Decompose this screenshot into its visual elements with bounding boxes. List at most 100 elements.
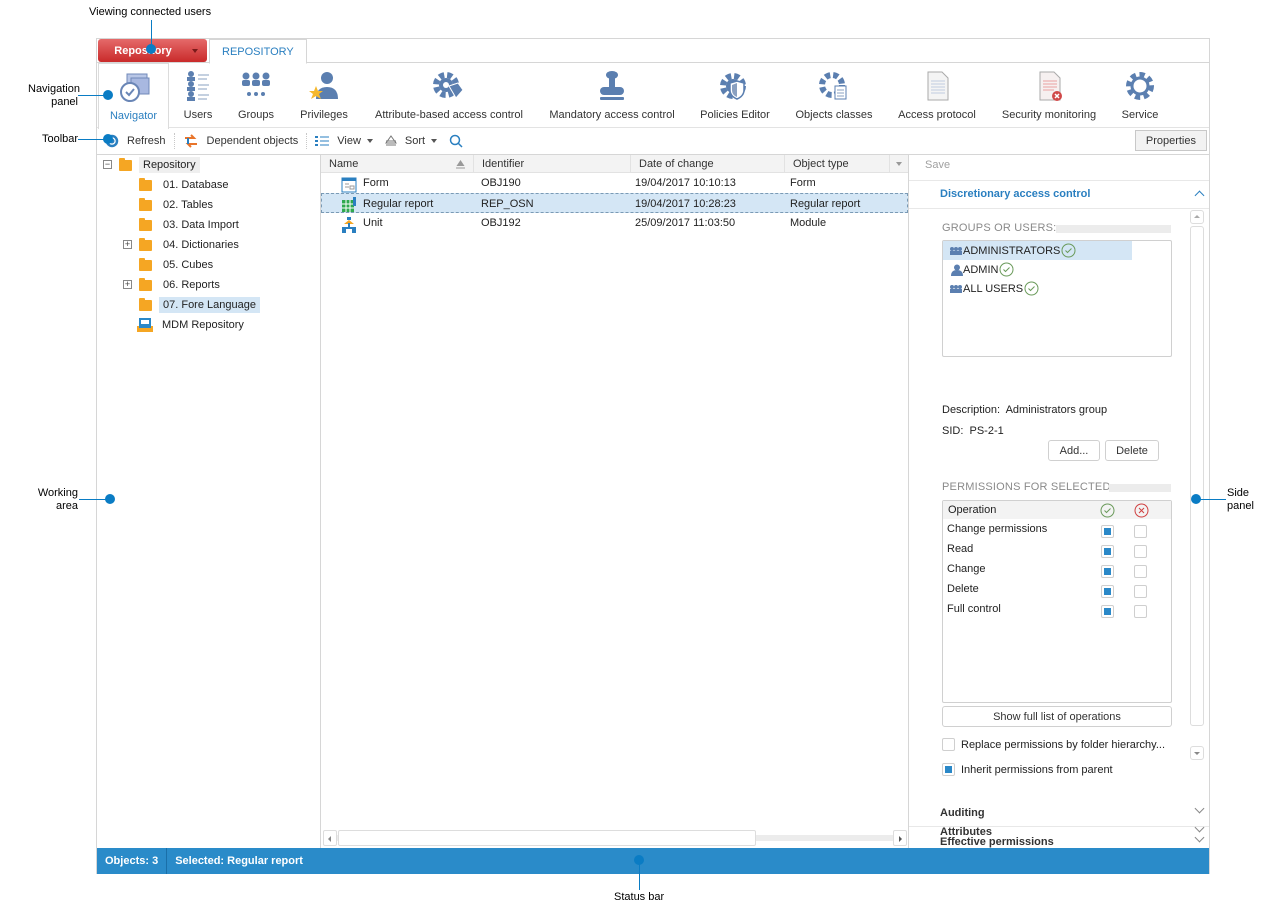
callout-working-area: Working area xyxy=(37,487,78,512)
collapse-toggle[interactable]: − xyxy=(103,160,112,169)
principal-item[interactable]: ALL USERS xyxy=(943,279,1039,298)
chevron-up-icon[interactable] xyxy=(1194,190,1205,201)
principals-list[interactable]: ADMINISTRATORS ADMIN ALL USERS xyxy=(942,240,1172,357)
tab-repository[interactable]: REPOSITORY xyxy=(209,39,307,64)
repository-menu-label: Repository xyxy=(114,44,172,57)
form-icon xyxy=(341,177,357,193)
deny-checkbox[interactable] xyxy=(1134,525,1147,538)
tree-item[interactable]: 01. Database xyxy=(139,176,232,194)
deny-checkbox[interactable] xyxy=(1134,565,1147,578)
column-header-type[interactable]: Object type xyxy=(785,155,890,173)
expand-toggle[interactable]: + xyxy=(123,240,132,249)
tree-item[interactable]: 05. Cubes xyxy=(139,256,217,274)
scroll-down-button[interactable] xyxy=(1190,746,1204,760)
save-button[interactable]: Save xyxy=(925,159,950,171)
delete-principal-button[interactable]: Delete xyxy=(1105,440,1159,461)
ribbon-item-privileges[interactable]: Privileges xyxy=(295,63,353,128)
scroll-left-button[interactable] xyxy=(323,830,337,846)
tree-item-selected[interactable]: 07. Fore Language xyxy=(139,296,260,314)
tree-item[interactable]: MDM Repository xyxy=(137,316,248,334)
callout-status-bar: Status bar xyxy=(614,891,665,903)
allow-checkbox[interactable] xyxy=(1101,545,1114,558)
sort-dropdown[interactable]: Sort xyxy=(379,131,443,151)
scroll-up-button[interactable] xyxy=(1190,210,1204,224)
callout-dot xyxy=(1191,494,1201,504)
sort-asc-icon xyxy=(456,160,465,169)
chevron-left-icon xyxy=(328,836,331,842)
ribbon-item-policies-editor[interactable]: Policies Editor xyxy=(697,63,773,128)
permission-row: Change permissions xyxy=(943,521,1171,541)
vertical-scrollbar[interactable] xyxy=(1190,210,1204,760)
column-header-name[interactable]: Name xyxy=(321,155,474,173)
permission-row: Full control xyxy=(943,601,1171,621)
section-header-dac[interactable]: Discretionary access control xyxy=(940,188,1090,200)
status-bar: Objects: 3 Selected: Regular report xyxy=(97,848,1209,874)
column-header-date[interactable]: Date of change xyxy=(631,155,785,173)
app-window: Repository REPOSITORY Navigator Users Gr… xyxy=(96,38,1210,874)
view-dropdown[interactable]: View xyxy=(309,131,379,151)
table-row[interactable]: Form OBJ190 19/04/2017 10:10:13 Form xyxy=(321,173,908,193)
ribbon-item-mandatory-access-control[interactable]: Mandatory access control xyxy=(545,63,679,128)
scroll-thumb[interactable] xyxy=(1190,226,1204,726)
properties-button[interactable]: Properties xyxy=(1134,130,1207,151)
column-header-identifier[interactable]: Identifier xyxy=(474,155,631,173)
callout-toolbar: Toolbar xyxy=(42,133,79,145)
callout-dot xyxy=(103,134,113,144)
refresh-label: Refresh xyxy=(127,135,166,147)
deny-checkbox[interactable] xyxy=(1134,605,1147,618)
principal-name: ADMIN xyxy=(963,263,999,276)
objects-classes-icon xyxy=(817,69,851,103)
toolbar: Refresh Dependent objects View Sort Prop… xyxy=(97,128,1209,155)
users-icon xyxy=(181,69,215,103)
ribbon-item-service[interactable]: Service xyxy=(1119,63,1161,128)
ribbon-label: Access protocol xyxy=(898,109,976,121)
allow-checkbox[interactable] xyxy=(1101,605,1114,618)
replace-permissions-checkbox[interactable] xyxy=(942,738,955,751)
column-chooser[interactable] xyxy=(890,155,909,173)
view-label: View xyxy=(337,135,361,147)
folder-icon xyxy=(139,177,152,191)
horizontal-scrollbar[interactable] xyxy=(323,830,907,846)
tree-item[interactable]: 06. Reports xyxy=(139,276,224,294)
expand-toggle[interactable]: + xyxy=(123,280,132,289)
tree-item[interactable]: 04. Dictionaries xyxy=(139,236,243,254)
deny-checkbox[interactable] xyxy=(1134,545,1147,558)
allow-checkbox[interactable] xyxy=(1101,525,1114,538)
principal-item-selected[interactable]: ADMINISTRATORS xyxy=(943,241,1132,260)
tree-label: 04. Dictionaries xyxy=(163,239,239,251)
dependent-objects-button[interactable]: Dependent objects xyxy=(177,131,305,151)
tree-item[interactable]: 02. Tables xyxy=(139,196,217,214)
user-icon xyxy=(951,264,963,276)
operation-header: Operation xyxy=(948,504,997,516)
ribbon-label: Security monitoring xyxy=(1001,109,1097,121)
ribbon-item-attribute-based-access-control[interactable]: Attribute-based access control xyxy=(371,63,527,128)
tree-item[interactable]: 03. Data Import xyxy=(139,216,243,234)
section-header-auditing[interactable]: Auditing xyxy=(940,807,985,819)
mdm-repository-icon xyxy=(137,318,153,332)
section-header-attributes[interactable]: Attributes xyxy=(940,826,992,838)
table-row-selected[interactable]: Regular report REP_OSN 19/04/2017 10:28:… xyxy=(321,193,908,213)
chevron-down-icon[interactable] xyxy=(1194,803,1205,814)
inherit-permissions-checkbox[interactable] xyxy=(942,763,955,776)
scroll-right-button[interactable] xyxy=(893,830,907,846)
search-button[interactable] xyxy=(443,131,477,151)
cell-date: 19/04/2017 10:28:23 xyxy=(635,198,736,210)
ribbon-item-security-monitoring[interactable]: Security monitoring xyxy=(1001,63,1097,128)
ribbon-item-groups[interactable]: Groups xyxy=(231,63,281,128)
scroll-thumb[interactable] xyxy=(338,830,756,846)
allow-checkbox[interactable] xyxy=(1101,585,1114,598)
show-full-list-button[interactable]: Show full list of operations xyxy=(942,706,1172,727)
table-row[interactable]: Unit OBJ192 25/09/2017 11:03:50 Module xyxy=(321,213,908,233)
allow-checkbox[interactable] xyxy=(1101,565,1114,578)
chevron-down-icon[interactable] xyxy=(1194,822,1205,833)
tree-item-repository-root[interactable]: Repository xyxy=(119,156,200,174)
group-icon xyxy=(950,246,962,255)
section-header-attributes-row: Attributes xyxy=(909,819,1209,848)
ribbon-item-users[interactable]: Users xyxy=(177,63,219,128)
ribbon-item-objects-classes[interactable]: Objects classes xyxy=(793,63,875,128)
principal-item[interactable]: ADMIN xyxy=(943,260,1014,279)
ribbon-item-access-protocol[interactable]: Access protocol xyxy=(897,63,977,128)
deny-checkbox[interactable] xyxy=(1134,585,1147,598)
callout-navigation-panel: Navigation panel xyxy=(28,83,80,108)
add-principal-button[interactable]: Add... xyxy=(1048,440,1100,461)
